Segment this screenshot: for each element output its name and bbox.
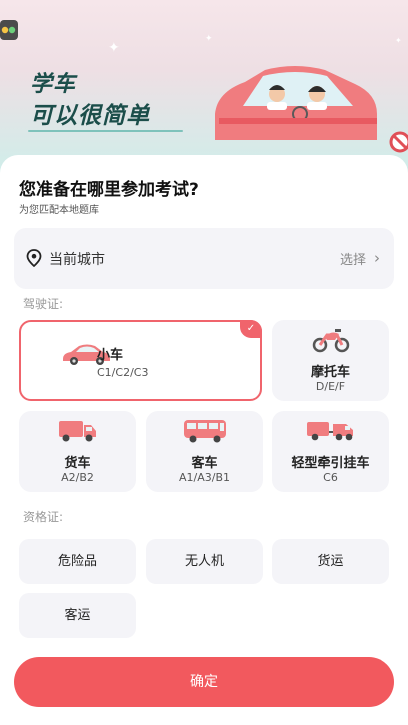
sparkle-icon: ✦ [205,34,213,44]
license-option-motorcycle[interactable]: 摩托车 D/E/F [272,320,389,401]
qualification-section-label: 资格证: [23,510,64,524]
qualification-option-hazmat[interactable]: 危险品 [19,539,136,584]
license-option-trailer[interactable]: 轻型牵引挂车 C6 [272,411,389,492]
city-selector[interactable]: 当前城市 选择 › [14,228,394,289]
license-option-codes: C6 [323,471,338,484]
driving-lesson-illustration [215,66,377,140]
license-option-name: 货车 [64,456,91,471]
page-title: 您准备在哪里参加考试? [19,180,199,200]
qualification-option-drone[interactable]: 无人机 [146,539,263,584]
exam-location-card: 您准备在哪里参加考试? 为您匹配本地题库 当前城市 选择 › 驾驶证: 小车 C… [0,155,408,725]
sparkle-icon: ✦ [395,36,402,45]
license-option-name: 客车 [191,456,218,471]
license-option-codes: D/E/F [315,380,346,393]
truck-icon [58,421,96,442]
license-option-name: 摩托车 [310,365,350,380]
license-option-truck[interactable]: 货车 A2/B2 [19,411,136,492]
slogan-line-2: 可以很简单 [30,103,150,129]
qualification-option-freight[interactable]: 货运 [272,539,389,584]
license-option-codes: A2/B2 [61,471,94,484]
location-pin-icon [26,249,42,267]
license-option-bus[interactable]: 客车 A1/A3/B1 [146,411,263,492]
motorcycle-icon [312,329,349,353]
city-label: 当前城市 [49,252,105,268]
traffic-light-icon [0,20,18,40]
license-option-codes: C1/C2/C3 [97,366,149,379]
check-icon: ✓ [240,320,262,338]
slogan-line-1: 学车 [30,72,77,97]
license-section-label: 驾驶证: [23,297,64,311]
qualification-option-passenger[interactable]: 客运 [19,593,136,638]
trailer-icon [306,422,353,441]
license-option-name: 轻型牵引挂车 [291,456,370,471]
license-option-codes: A1/A3/B1 [178,471,230,484]
license-option-car[interactable]: 小车 C1/C2/C3 ✓ [19,320,262,401]
no-entry-sign-icon [389,131,408,153]
confirm-button[interactable]: 确定 [14,657,394,707]
choose-city-link[interactable]: 选择 [340,249,366,268]
page-subtitle: 为您匹配本地题库 [19,205,99,216]
sparkle-icon: ✦ [108,40,120,56]
hero-banner: ✦ ✦ ✦ 学车 可以很简单 [0,0,408,175]
chevron-right-icon: › [374,249,380,267]
license-option-name: 小车 [97,348,124,363]
bus-icon [183,420,226,443]
slogan-underline [28,130,183,132]
